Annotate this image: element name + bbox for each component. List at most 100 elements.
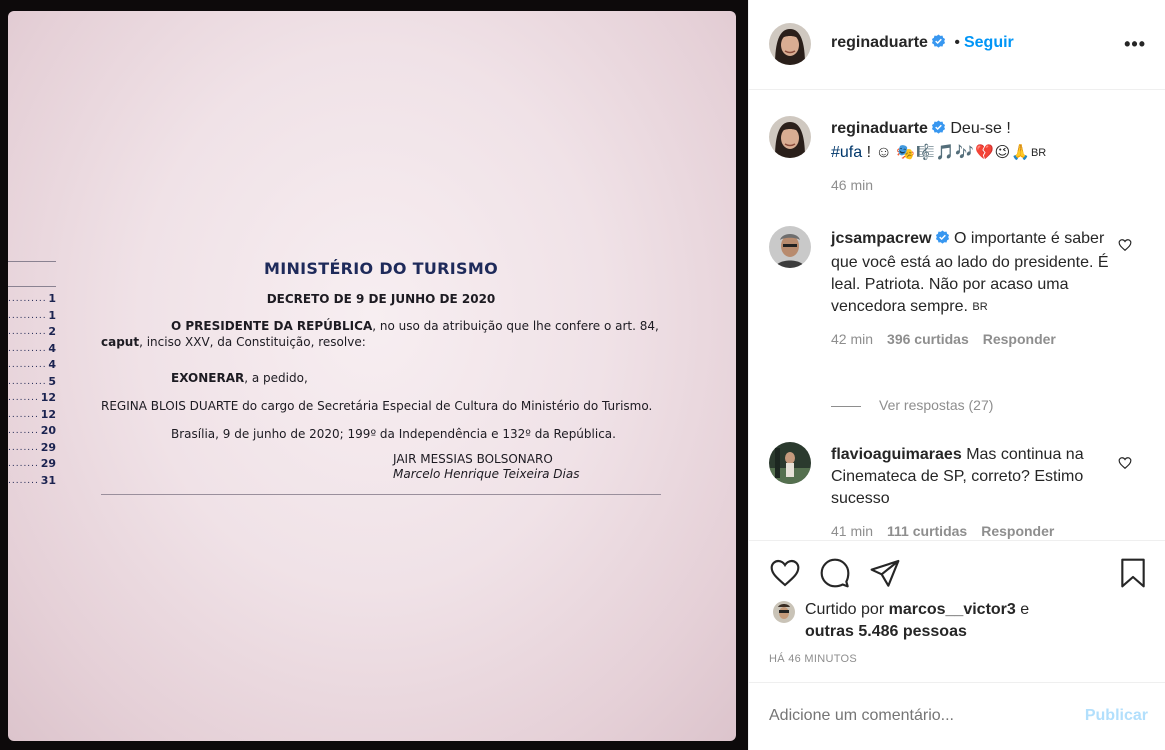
toc-top-rule — [8, 261, 56, 262]
toc-row: ..................12 — [8, 407, 56, 424]
doc-paragraph-1: O PRESIDENTE DA REPÚBLICA, no uso da atr… — [101, 318, 661, 350]
toc-row: ..................12 — [8, 390, 56, 407]
table-of-contents: ..................1..................1..… — [8, 261, 68, 489]
toc-page-number: 1 — [48, 308, 56, 322]
comment-likes[interactable]: 111 curtidas — [887, 523, 967, 539]
doc-para1-caput: caput — [101, 335, 140, 349]
more-options-icon[interactable]: ••• — [1124, 34, 1146, 55]
doc-bottom-rule — [101, 494, 661, 495]
comment-like-heart-icon[interactable] — [1118, 238, 1132, 257]
toc-row: ..................4 — [8, 341, 56, 358]
comment-like-heart-icon[interactable] — [1118, 456, 1132, 475]
decree-document: MINISTÉRIO DO TURISMO DECRETO DE 9 DE JU… — [101, 259, 661, 495]
liker-avatar[interactable] — [773, 601, 795, 623]
doc-signer-1: JAIR MESSIAS BOLSONARO — [393, 452, 553, 466]
toc-row: ..................4 — [8, 357, 56, 374]
toc-row: ..................31 — [8, 473, 56, 490]
toc-page-number: 2 — [48, 325, 56, 338]
reply-button[interactable]: Responder — [981, 523, 1054, 539]
toc-row: ..................2 — [8, 324, 56, 341]
save-bookmark-icon[interactable] — [1118, 557, 1148, 594]
verified-badge-icon — [935, 230, 950, 252]
toc-page-number: 12 — [40, 391, 56, 404]
comment-body: flavioaguimaraes Mas continua na Cinemat… — [831, 444, 1116, 540]
toc-page-number: 29 — [40, 440, 56, 454]
caption-emojis: 🎭🎼🎵🎶💔😉🙏 — [896, 144, 1031, 161]
toc-dots: .................. — [8, 343, 47, 354]
verified-badge-icon — [931, 34, 946, 54]
toc-page-number: 20 — [40, 424, 56, 437]
doc-para2-text: , a pedido, — [244, 371, 308, 385]
comments-list[interactable]: reginaduarte Deu-se ! #ufa ! ☺ 🎭🎼🎵🎶💔😉🙏BR… — [749, 90, 1165, 540]
toc-row: ..................5 — [8, 374, 56, 391]
caption-meta: 46 min — [831, 174, 1136, 196]
comment-avatar[interactable] — [769, 226, 811, 268]
like-heart-icon[interactable] — [769, 557, 801, 594]
comment-bubble-icon[interactable] — [819, 557, 851, 594]
comment-likes[interactable]: 396 curtidas — [887, 331, 969, 347]
verified-badge-icon — [931, 120, 946, 142]
toc-rows: ..................1..................1..… — [8, 291, 68, 489]
toc-dots: .................. — [8, 409, 39, 420]
author-avatar[interactable] — [769, 23, 811, 65]
toc-dots: .................. — [8, 459, 39, 469]
comment-meta: 42 min 396 curtidas Responder — [831, 328, 1116, 350]
comment-region: BR — [972, 301, 988, 313]
comment-username[interactable]: jcsampacrew — [831, 230, 932, 247]
toc-dots: .................. — [8, 426, 39, 436]
comment-time[interactable]: 41 min — [831, 523, 873, 539]
doc-paragraph-3: REGINA BLOIS DUARTE do cargo de Secretár… — [101, 399, 653, 413]
toc-dots: .................. — [8, 442, 39, 453]
toc-row: ..................1 — [8, 291, 56, 308]
post-photo-pane: ..................1..................1..… — [0, 0, 748, 750]
doc-subtitle: DECRETO DE 9 DE JUNHO DE 2020 — [266, 292, 496, 306]
view-replies-label[interactable]: Ver respostas (27) — [879, 397, 993, 413]
caption-text: Deu-se ! — [950, 120, 1011, 137]
doc-para1-text: , no uso da atribuição que lhe confere o… — [372, 319, 659, 333]
doc-paragraph-2: EXONERAR, a pedido, — [101, 370, 661, 386]
likes-text: Curtido por marcos__victor3 e outras 5.4… — [805, 599, 1029, 643]
follow-button[interactable]: Seguir — [964, 34, 1014, 51]
toc-row: ..................1 — [8, 308, 56, 325]
caption-time[interactable]: 46 min — [831, 177, 873, 193]
comment-username[interactable]: flavioaguimaraes — [831, 446, 962, 463]
comment-avatar[interactable] — [769, 442, 811, 484]
toc-dots: .................. — [8, 475, 39, 486]
toc-dots: .................. — [8, 327, 47, 337]
caption-avatar[interactable] — [769, 116, 811, 158]
toc-page-number: 4 — [48, 358, 56, 371]
liker-username[interactable]: marcos__victor3 — [889, 601, 1016, 618]
toc-page-number: 4 — [48, 341, 56, 355]
toc-row: ..................20 — [8, 423, 56, 440]
header-line: reginaduarte • Seguir — [831, 34, 1014, 54]
post-timestamp[interactable]: HÁ 46 MINUTOS — [769, 653, 857, 665]
caption-username[interactable]: reginaduarte — [831, 120, 928, 137]
doc-title: MINISTÉRIO DO TURISMO — [263, 259, 498, 278]
post-image[interactable]: ..................1..................1..… — [8, 11, 736, 741]
view-replies-button[interactable]: Ver respostas (27) — [831, 397, 993, 413]
header-separator: • — [954, 34, 960, 51]
post-header: reginaduarte • Seguir ••• — [749, 0, 1165, 90]
share-paper-plane-icon[interactable] — [869, 557, 901, 594]
toc-rule — [8, 286, 56, 287]
post-actions: Curtido por marcos__victor3 e outras 5.4… — [749, 540, 1165, 700]
reply-button[interactable]: Responder — [983, 331, 1056, 347]
toc-dots: .................. — [8, 376, 47, 387]
toc-page-number: 29 — [40, 457, 56, 470]
add-comment-input[interactable] — [769, 707, 1069, 725]
header-username[interactable]: reginaduarte — [831, 34, 928, 51]
publish-button[interactable]: Publicar — [1085, 707, 1148, 725]
likes-others[interactable]: outras 5.486 pessoas — [805, 623, 967, 640]
doc-para1-bold: O PRESIDENTE DA REPÚBLICA — [171, 319, 373, 333]
comment-body: jcsampacrew O importante é saber que voc… — [831, 228, 1116, 350]
likes-summary: Curtido por marcos__victor3 e outras 5.4… — [769, 599, 1029, 643]
toc-page-number: 12 — [40, 407, 56, 421]
caption-hashtag[interactable]: #ufa — [831, 144, 862, 161]
post-side-panel: reginaduarte • Seguir ••• reginaduarte De… — [748, 0, 1165, 750]
comment-time[interactable]: 42 min — [831, 331, 873, 347]
caption-body: reginaduarte Deu-se ! #ufa ! ☺ 🎭🎼🎵🎶💔😉🙏BR… — [831, 118, 1136, 196]
toc-dots: .................. — [8, 294, 47, 304]
toc-dots: .................. — [8, 360, 47, 370]
toc-row: ..................29 — [8, 440, 56, 457]
likes-conjunction: e — [1020, 601, 1030, 618]
